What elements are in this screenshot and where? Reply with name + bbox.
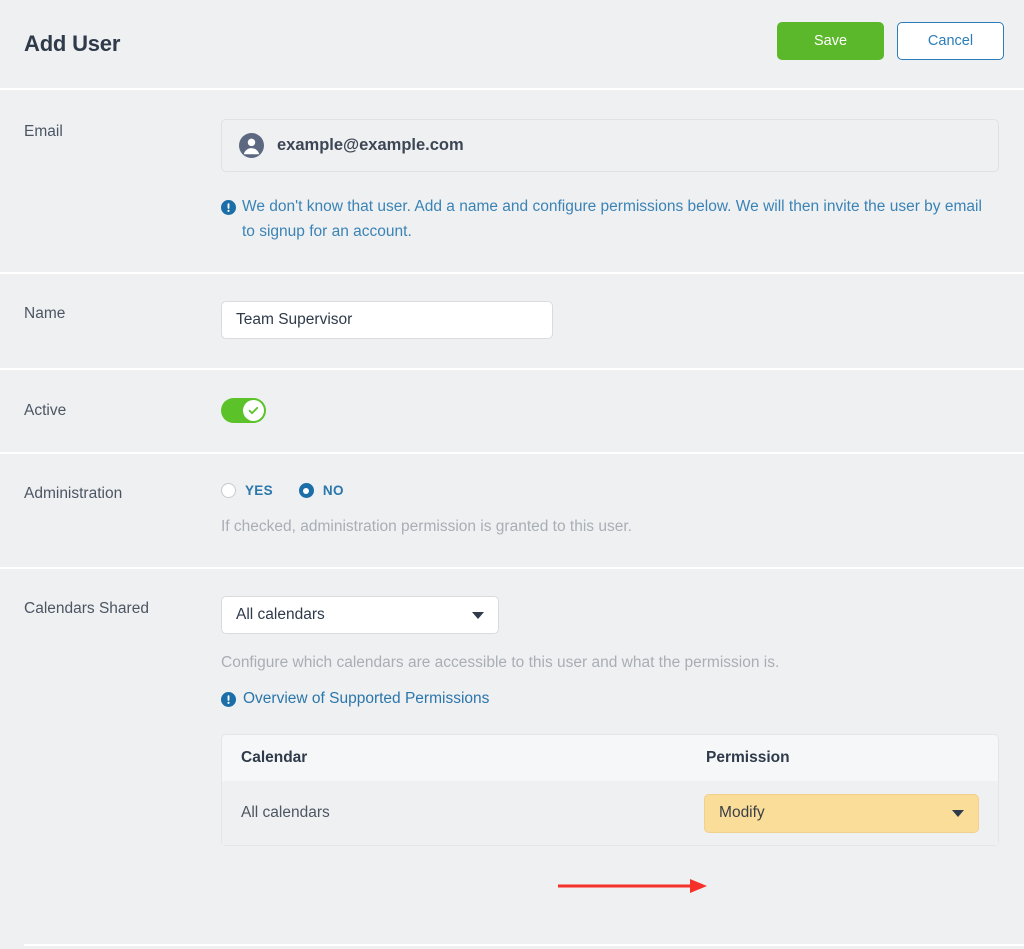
calendars-shared-hint: Configure which calendars are accessible… xyxy=(221,654,780,671)
active-toggle[interactable] xyxy=(221,398,266,423)
supported-permissions-link-text: Overview of Supported Permissions xyxy=(243,690,490,707)
email-label: Email xyxy=(24,123,63,140)
administration-body: YES NO If checked, administration permis… xyxy=(221,481,1000,536)
toggle-knob xyxy=(243,400,264,421)
user-avatar-icon xyxy=(239,133,264,158)
column-header-calendar: Calendar xyxy=(241,749,308,766)
name-row: Name xyxy=(0,274,1024,368)
administration-hint: If checked, administration permission is… xyxy=(221,518,632,535)
chevron-down-icon xyxy=(472,612,484,619)
permission-select[interactable]: Modify xyxy=(704,793,979,833)
chevron-down-icon xyxy=(952,810,964,817)
table-row: All calendars Modify xyxy=(241,781,979,845)
calendars-shared-body: All calendars Configure which calendars … xyxy=(221,596,1000,846)
annotation-arrow xyxy=(558,876,708,896)
divider xyxy=(24,944,1024,946)
info-exclamation-icon xyxy=(221,198,236,215)
permission-select-value: Modify xyxy=(719,804,765,821)
email-body: example@example.com We don't know that u… xyxy=(221,119,1000,244)
column-header-permission: Permission xyxy=(706,749,790,766)
radio-no-label: NO xyxy=(322,483,344,498)
check-icon xyxy=(248,406,259,415)
cell-calendar-name: All calendars xyxy=(241,804,330,821)
permissions-table-body: All calendars Modify xyxy=(222,781,998,845)
radio-yes-label: YES xyxy=(245,483,273,498)
email-info-note: We don't know that user. Add a name and … xyxy=(221,194,991,244)
email-info-text: We don't know that user. Add a name and … xyxy=(242,198,982,240)
info-exclamation-icon xyxy=(221,691,236,707)
name-input[interactable] xyxy=(221,301,553,339)
header-actions: Save Cancel xyxy=(777,22,1004,60)
supported-permissions-link[interactable]: Overview of Supported Permissions xyxy=(221,690,489,708)
active-row: Active xyxy=(0,370,1024,452)
administration-radio-yes[interactable]: YES xyxy=(221,483,273,498)
save-button[interactable]: Save xyxy=(777,22,884,60)
email-field[interactable]: example@example.com xyxy=(221,119,999,172)
calendars-shared-row: Calendars Shared All calendars Configure… xyxy=(0,569,1024,870)
name-label: Name xyxy=(24,305,66,322)
active-label: Active xyxy=(24,402,67,419)
administration-radio-no[interactable]: NO xyxy=(298,483,344,498)
cancel-button[interactable]: Cancel xyxy=(897,22,1004,60)
calendars-shared-select-value: All calendars xyxy=(236,606,325,623)
radio-circle-icon xyxy=(221,483,236,498)
administration-radio-group: YES NO xyxy=(221,481,1000,498)
calendars-shared-select[interactable]: All calendars xyxy=(221,596,499,634)
active-body xyxy=(221,398,1000,423)
name-body xyxy=(221,301,1000,339)
administration-label: Administration xyxy=(24,485,123,502)
email-row: Email example@example.com We don't know … xyxy=(0,90,1024,272)
permissions-table: Calendar Permission All calendars Modify xyxy=(221,734,999,846)
add-user-page: Add User Save Cancel Email example@examp… xyxy=(0,0,1024,949)
page-header: Add User Save Cancel xyxy=(0,0,1024,88)
page-title: Add User xyxy=(24,31,121,56)
administration-row: Administration YES NO If checked, admini… xyxy=(0,454,1024,567)
email-value: example@example.com xyxy=(277,136,464,154)
permissions-table-header: Calendar Permission xyxy=(222,735,998,781)
calendars-shared-label: Calendars Shared xyxy=(24,600,149,617)
radio-selected-icon xyxy=(298,483,314,498)
